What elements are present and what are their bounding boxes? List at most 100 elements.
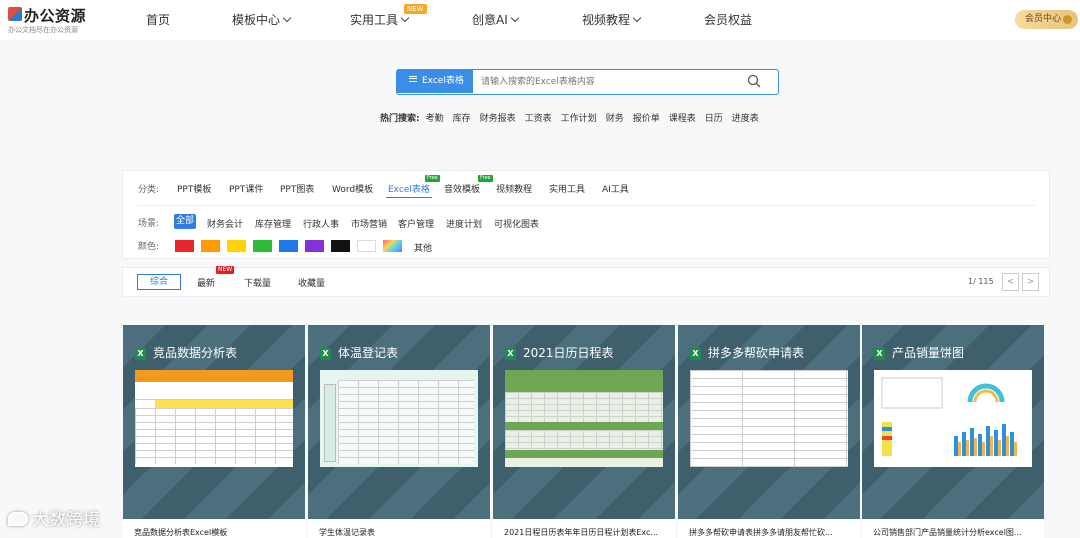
card-header: X 竞品数据分析表	[135, 344, 237, 361]
nav-home[interactable]: 首页	[146, 11, 170, 28]
hot-search-item[interactable]: 课程表	[669, 114, 696, 124]
scene-customer[interactable]: 客户管理	[398, 217, 434, 230]
watermark: 大数跨境	[8, 505, 100, 530]
hot-search-item[interactable]: 进度表	[732, 114, 759, 124]
card-thumbnail	[135, 370, 293, 467]
hot-search-item[interactable]: 日历	[705, 114, 723, 124]
hot-search-item[interactable]: 报价单	[633, 114, 660, 124]
category-ppt-template[interactable]: PPT模板	[177, 182, 211, 195]
hot-search-item[interactable]: 工资表	[525, 114, 552, 124]
hot-search-item[interactable]: 库存	[453, 114, 471, 124]
chevron-down-icon	[510, 13, 519, 23]
member-center-label: 会员中心	[1025, 14, 1062, 24]
color-swatch-multicolor-icon[interactable]	[383, 240, 402, 252]
chevron-down-icon	[282, 13, 292, 23]
hot-search-item[interactable]: 财务报表	[480, 114, 516, 124]
scene-visual-chart[interactable]: 可视化图表	[494, 217, 539, 230]
search-icon[interactable]	[747, 74, 761, 88]
nav-template-center-label: 模板中心	[232, 13, 281, 27]
site-logo[interactable]: 办公资源 办公文档尽在办公资源	[8, 5, 90, 35]
excel-icon: X	[505, 348, 516, 360]
nav-video-tutorials-label: 视频教程	[582, 13, 631, 27]
scene-marketing[interactable]: 市场营销	[351, 217, 387, 230]
category-ai-tools[interactable]: AI工具	[602, 182, 629, 195]
template-card[interactable]: X 体温登记表 学生体温记录表	[308, 325, 490, 538]
category-word-template[interactable]: Word模板	[332, 182, 373, 195]
category-video-tutorials[interactable]: 视频教程	[496, 182, 532, 195]
nav-creative-ai[interactable]: 创意AI	[472, 11, 519, 28]
card-thumbnail	[874, 370, 1032, 467]
scene-admin-hr[interactable]: 行政人事	[303, 217, 339, 230]
menu-icon	[409, 76, 417, 82]
nav-member-benefits[interactable]: 会员权益	[704, 11, 752, 28]
template-card[interactable]: X 产品销量饼图 公司销售部门产品销量统计分析excel图...	[862, 325, 1044, 538]
nav-creative-ai-label: 创意AI	[472, 13, 508, 27]
scene-finance[interactable]: 财务会计	[207, 217, 243, 230]
scene-all-button[interactable]: 全部	[174, 214, 196, 229]
category-ppt-chart[interactable]: PPT图表	[280, 182, 314, 195]
logo-icon	[8, 7, 22, 21]
color-swatch-purple[interactable]	[305, 240, 324, 252]
new-badge: NEW	[404, 4, 427, 14]
excel-icon: X	[690, 348, 701, 360]
color-swatch-red[interactable]	[175, 240, 194, 252]
search-bar: Excel表格	[396, 69, 779, 95]
template-card[interactable]: X 竞品数据分析表 竞品数据分析表Excel模板	[123, 325, 305, 538]
hot-search-item[interactable]: 考勤	[426, 114, 444, 124]
nav-tools-label: 实用工具	[350, 13, 399, 27]
card-title: 2021日程日历表年年日历日程计划表Exc...	[504, 528, 659, 537]
new-badge: NEW	[216, 266, 235, 274]
card-title: 竞品数据分析表Excel模板	[134, 528, 228, 537]
color-swatch-white[interactable]	[357, 240, 376, 252]
scene-inventory[interactable]: 库存管理	[255, 217, 291, 230]
template-card[interactable]: X 2021日历日程表 2021日程日历表年年日历日程计划表Exc...	[493, 325, 675, 538]
chat-bubble-icon	[8, 512, 28, 526]
card-header: X 产品销量饼图	[874, 344, 964, 361]
nav-video-tutorials[interactable]: 视频教程	[582, 11, 642, 28]
color-swatch-green[interactable]	[253, 240, 272, 252]
member-center-button[interactable]: 会员中心	[1015, 10, 1078, 29]
sort-comprehensive[interactable]: 综合	[137, 274, 181, 290]
card-header-text: 2021日历日程表	[523, 346, 614, 360]
free-badge: Free	[425, 175, 440, 182]
excel-icon: X	[874, 348, 885, 360]
hot-search-item[interactable]: 工作计划	[561, 114, 597, 124]
template-card[interactable]: X 拼多多帮砍申请表 拼多多帮砍申请表拼多多请朋友帮忙砍...	[678, 325, 860, 538]
page-indicator: 1/ 115	[968, 277, 994, 286]
nav-tools[interactable]: 实用工具	[350, 11, 410, 28]
category-audio[interactable]: 音效模板	[444, 182, 480, 195]
card-title: 拼多多帮砍申请表拼多多请朋友帮忙砍...	[689, 528, 833, 537]
color-swatch-orange[interactable]	[201, 240, 220, 252]
color-swatch-blue[interactable]	[279, 240, 298, 252]
search-input[interactable]	[481, 73, 741, 90]
card-header-text: 产品销量饼图	[892, 346, 965, 360]
card-header-text: 体温登记表	[338, 346, 399, 360]
prev-page-button[interactable]: <	[1002, 273, 1019, 291]
search-category-dropdown[interactable]: Excel表格	[397, 70, 473, 93]
hot-searches: 热门搜索: 考勤 库存 财务报表 工资表 工作计划 财务 报价单 课程表 日历 进度表	[380, 111, 768, 124]
next-page-button[interactable]: >	[1022, 273, 1039, 291]
sort-downloads[interactable]: 下载量	[244, 276, 271, 289]
category-excel[interactable]: Excel表格	[386, 182, 432, 198]
category-ppt-courseware[interactable]: PPT课件	[229, 182, 263, 195]
divider	[137, 205, 1035, 206]
sort-favorites[interactable]: 收藏量	[298, 276, 325, 289]
color-swatch-yellow[interactable]	[227, 240, 246, 252]
scene-schedule[interactable]: 进度计划	[446, 217, 482, 230]
top-navigation-bar: 办公资源 办公文档尽在办公资源 首页 模板中心 实用工具 NEW 创意AI 视频…	[0, 0, 1080, 40]
scene-label: 场景:	[138, 219, 160, 229]
color-label: 颜色:	[138, 242, 160, 252]
color-swatch-black[interactable]	[331, 240, 350, 252]
card-header: X 2021日历日程表	[505, 344, 614, 361]
excel-icon: X	[135, 348, 146, 360]
category-tools[interactable]: 实用工具	[549, 182, 585, 195]
sort-newest[interactable]: 最新	[197, 276, 215, 289]
nav-template-center[interactable]: 模板中心	[232, 11, 292, 28]
search-category-label: Excel表格	[422, 76, 464, 86]
hot-search-item[interactable]: 财务	[606, 114, 624, 124]
card-thumbnail	[690, 370, 848, 467]
chevron-down-icon	[632, 13, 642, 23]
hot-searches-label: 热门搜索:	[380, 114, 420, 124]
crown-icon	[1063, 15, 1072, 24]
color-other[interactable]: 其他	[414, 241, 432, 254]
